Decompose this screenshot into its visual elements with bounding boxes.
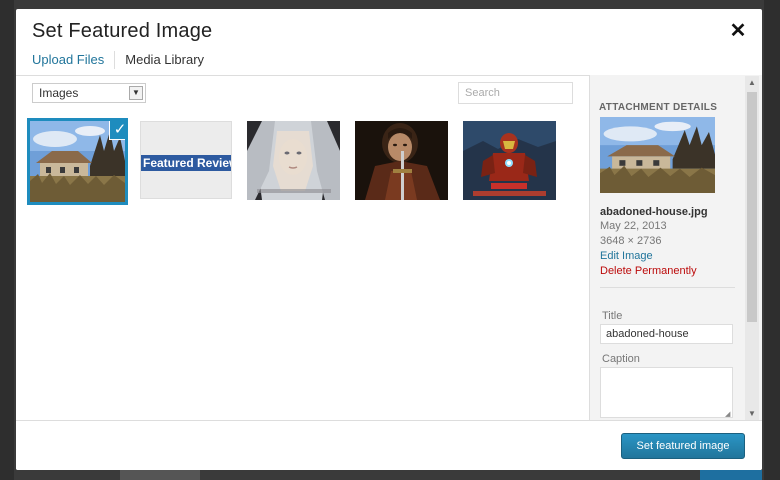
scroll-up-icon[interactable]: ▲ xyxy=(748,78,756,87)
modal-title: Set Featured Image xyxy=(32,20,213,42)
sidebar-scrollbar[interactable]: ▲ ▼ xyxy=(745,76,759,421)
close-icon[interactable]: ✕ xyxy=(728,21,748,41)
media-item-abandoned-house[interactable]: ✓ xyxy=(27,118,128,205)
modal-tabs: Upload Files Media Library xyxy=(30,49,210,71)
backdrop-bottom-element xyxy=(120,470,200,480)
attachment-details-heading: ATTACHMENT DETAILS xyxy=(599,102,718,113)
scroll-down-icon[interactable]: ▼ xyxy=(748,409,756,418)
attachment-date: May 22, 2013 xyxy=(600,220,667,232)
attachment-thumbnail-image xyxy=(600,117,715,193)
backdrop-edge-left xyxy=(0,0,14,480)
attachment-filename: abadoned-house.jpg xyxy=(600,206,708,218)
attachment-dimensions: 3648 × 2736 xyxy=(600,235,662,247)
title-label: Title xyxy=(602,310,623,322)
tab-media-library[interactable]: Media Library xyxy=(119,51,210,69)
media-item-featured-review[interactable]: Featured Review xyxy=(140,121,232,199)
sword-portrait-image xyxy=(355,121,448,200)
backdrop-edge-right xyxy=(764,0,780,480)
tab-separator xyxy=(114,51,116,69)
attachment-thumbnail xyxy=(600,117,715,193)
set-featured-image-button[interactable]: Set featured image xyxy=(621,433,745,459)
iron-man-poster-image xyxy=(463,121,556,200)
caption-label: Caption xyxy=(602,353,640,365)
media-modal: Set Featured Image ✕ Upload Files Media … xyxy=(16,9,762,470)
caption-field[interactable] xyxy=(600,367,733,418)
tab-upload-files[interactable]: Upload Files xyxy=(30,51,110,69)
media-item-blonde-portrait[interactable] xyxy=(247,121,340,200)
title-field[interactable] xyxy=(600,324,733,344)
backdrop-bottom-button xyxy=(700,470,762,480)
filter-selected-value: Images xyxy=(39,86,79,100)
featured-review-banner-text: Featured Review xyxy=(141,155,231,171)
delete-permanently-link[interactable]: Delete Permanently xyxy=(600,265,697,277)
media-grid: ✓ Featured Review xyxy=(27,118,587,418)
media-filter-select[interactable]: Images ▼ xyxy=(32,83,146,103)
chevron-down-icon: ▼ xyxy=(129,86,143,100)
blonde-portrait-image xyxy=(247,121,340,200)
media-item-iron-man-poster[interactable] xyxy=(463,121,556,200)
checkmark-icon[interactable]: ✓ xyxy=(109,121,125,140)
media-item-sword-portrait[interactable] xyxy=(355,121,448,200)
sidebar-divider xyxy=(600,287,735,288)
search-input[interactable] xyxy=(458,82,573,104)
edit-image-link[interactable]: Edit Image xyxy=(600,250,653,262)
scrollbar-thumb[interactable] xyxy=(747,92,757,322)
attachment-details-sidebar: ATTACHMENT DETAILS abadoned-house.jpg Ma… xyxy=(589,75,762,421)
resize-grip-icon[interactable]: ◢ xyxy=(725,410,730,418)
